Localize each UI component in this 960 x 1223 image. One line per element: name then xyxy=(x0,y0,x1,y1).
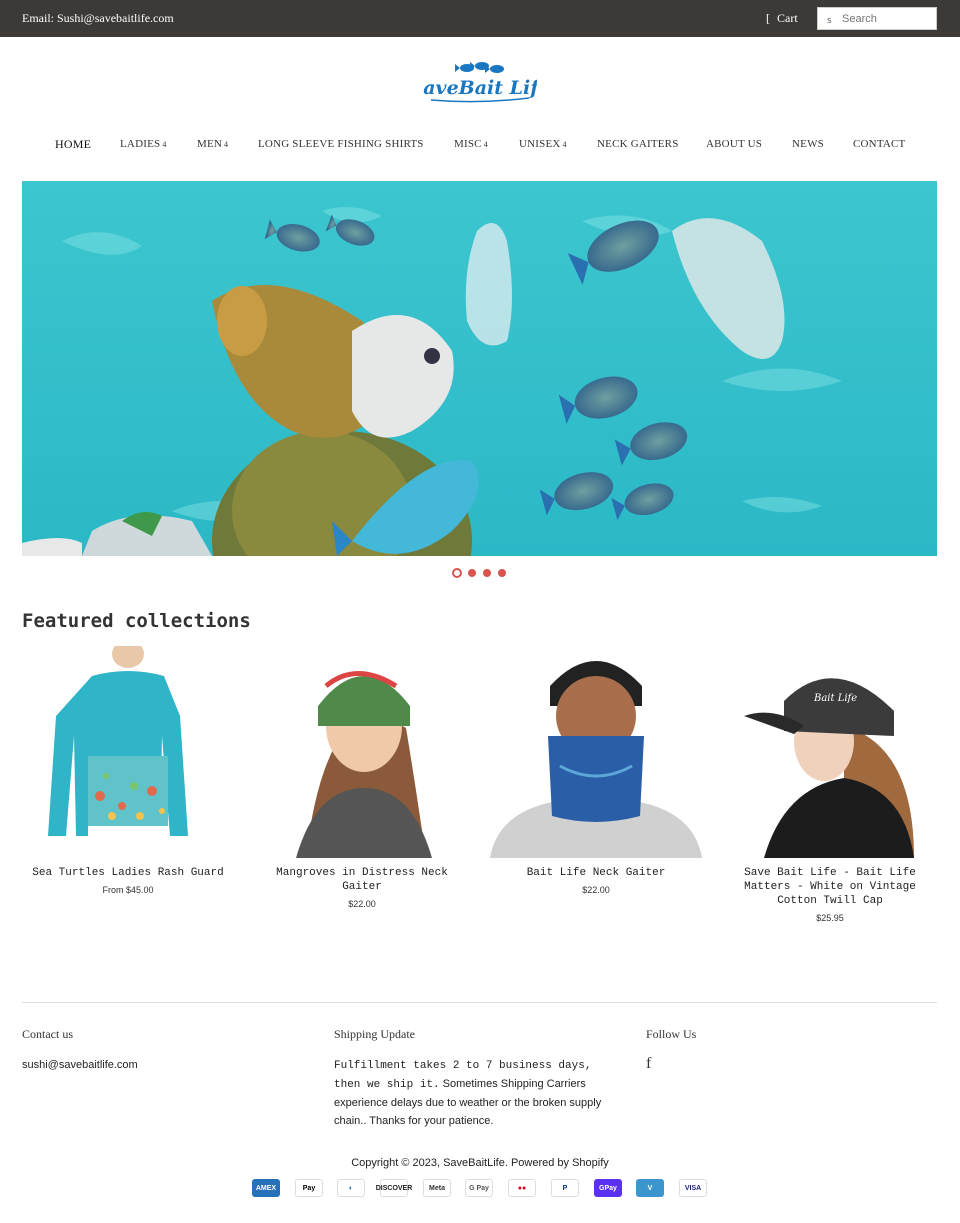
footer-contact: Contact us sushi@savebaitlife.com xyxy=(22,1027,312,1074)
slide-dot-3[interactable] xyxy=(483,569,491,577)
hero-slideshow[interactable] xyxy=(22,181,937,556)
hero-image xyxy=(22,181,937,556)
discover-icon: DISCOVER xyxy=(376,1179,412,1197)
meta-pay-icon: Meta xyxy=(423,1179,451,1197)
product-card[interactable]: Sea Turtles Ladies Rash Guard From $45.0… xyxy=(22,646,234,895)
featured-collections-title: Featured collections xyxy=(22,610,251,632)
nav-item-contact[interactable]: CONTACT xyxy=(853,138,905,150)
paypal-icon: P xyxy=(551,1179,579,1197)
product-price: $22.00 xyxy=(348,899,376,909)
footer-contact-title: Contact us xyxy=(22,1027,73,1041)
main-nav: HOME LADIES 4 MEN 4 LONG SLEEVE FISHING SH… xyxy=(0,137,960,154)
product-name[interactable]: Bait Life Neck Gaiter xyxy=(490,866,702,880)
product-image[interactable] xyxy=(22,646,234,858)
search-input[interactable] xyxy=(842,11,932,27)
visa-icon: VISA xyxy=(679,1179,707,1197)
footer-shipping-text: Fulfillment takes 2 to 7 business days, … xyxy=(334,1060,602,1127)
footer-contact-email[interactable]: sushi@savebaitlife.com xyxy=(22,1059,138,1071)
search-box[interactable]: s xyxy=(817,7,937,30)
nav-item-long-sleeve-fishing-shirts[interactable]: LONG SLEEVE FISHING SHIRTS xyxy=(258,138,424,150)
product-price: $25.95 xyxy=(816,913,844,923)
svg-text:Bait Life: Bait Life xyxy=(813,693,857,704)
product-card[interactable]: Bait Life Neck Gaiter $22.00 xyxy=(490,646,702,895)
cart-label: Cart xyxy=(777,11,798,25)
nav-item-neck-gaiters[interactable]: NECK GAITERS xyxy=(597,138,679,150)
nav-item-unisex[interactable]: UNISEX 4 xyxy=(519,138,567,150)
facebook-icon[interactable]: f xyxy=(646,1055,651,1073)
venmo-icon: V xyxy=(636,1179,664,1197)
nav-item-news[interactable]: NEWS xyxy=(792,138,824,150)
search-icon[interactable]: s xyxy=(827,16,832,26)
footer-follow-title: Follow Us xyxy=(646,1027,697,1041)
nav-item-men[interactable]: MEN 4 xyxy=(197,138,228,150)
product-price: From $45.00 xyxy=(102,885,154,895)
chevron-down-icon: 4 xyxy=(562,140,567,149)
slide-dot-1[interactable] xyxy=(452,568,462,578)
nav-item-about-us[interactable]: ABOUT US xyxy=(706,138,762,150)
header-email[interactable]: Email: Sushi@savebaitlife.com xyxy=(22,11,174,26)
nav-item-ladies[interactable]: LADIES 4 xyxy=(120,138,167,150)
google-pay-icon: G Pay xyxy=(465,1179,493,1197)
cart-icon: [ xyxy=(766,11,770,25)
product-price: $22.00 xyxy=(582,885,610,895)
footer-divider xyxy=(22,1002,937,1003)
site-logo[interactable]: SaveBait Life xyxy=(423,60,537,108)
product-name[interactable]: Mangroves in Distress Neck Gaiter xyxy=(256,866,468,894)
copyright-text: Copyright © 2023, SaveBaitLife. Powered … xyxy=(351,1157,609,1169)
cart-link[interactable]: [ Cart xyxy=(766,11,798,26)
product-card[interactable]: Bait Life Save Bait Life - Bait Life Mat… xyxy=(724,646,936,923)
shop-pay-icon: GPay xyxy=(594,1179,622,1197)
footer-shipping-title: Shipping Update xyxy=(334,1027,415,1041)
footer-shipping: Shipping Update Fulfillment takes 2 to 7… xyxy=(334,1027,624,1130)
product-image[interactable]: Bait Life xyxy=(724,646,936,858)
apple-pay-icon: Pay xyxy=(295,1179,323,1197)
svg-text:SaveBait Life: SaveBait Life xyxy=(423,77,537,99)
nav-item-home[interactable]: HOME xyxy=(55,137,91,152)
chevron-down-icon: 4 xyxy=(224,140,229,149)
diners-club-icon: ◐ xyxy=(337,1179,365,1197)
top-bar: Email: Sushi@savebaitlife.com [ Cart s xyxy=(0,0,960,37)
slide-dot-4[interactable] xyxy=(498,569,506,577)
footer-follow: Follow Us f xyxy=(646,1027,936,1074)
product-image[interactable] xyxy=(490,646,702,858)
mastercard-icon: ●● xyxy=(508,1179,536,1197)
product-name[interactable]: Sea Turtles Ladies Rash Guard xyxy=(22,866,234,880)
chevron-down-icon: 4 xyxy=(483,140,488,149)
amex-icon: AMEX xyxy=(252,1179,280,1197)
chevron-down-icon: 4 xyxy=(162,140,167,149)
product-card[interactable]: Mangroves in Distress Neck Gaiter $22.00 xyxy=(256,646,468,909)
product-name[interactable]: Save Bait Life - Bait Life Matters - Whi… xyxy=(724,866,936,908)
nav-item-misc[interactable]: MISC 4 xyxy=(454,138,488,150)
product-image[interactable] xyxy=(256,646,468,858)
slide-dot-2[interactable] xyxy=(468,569,476,577)
